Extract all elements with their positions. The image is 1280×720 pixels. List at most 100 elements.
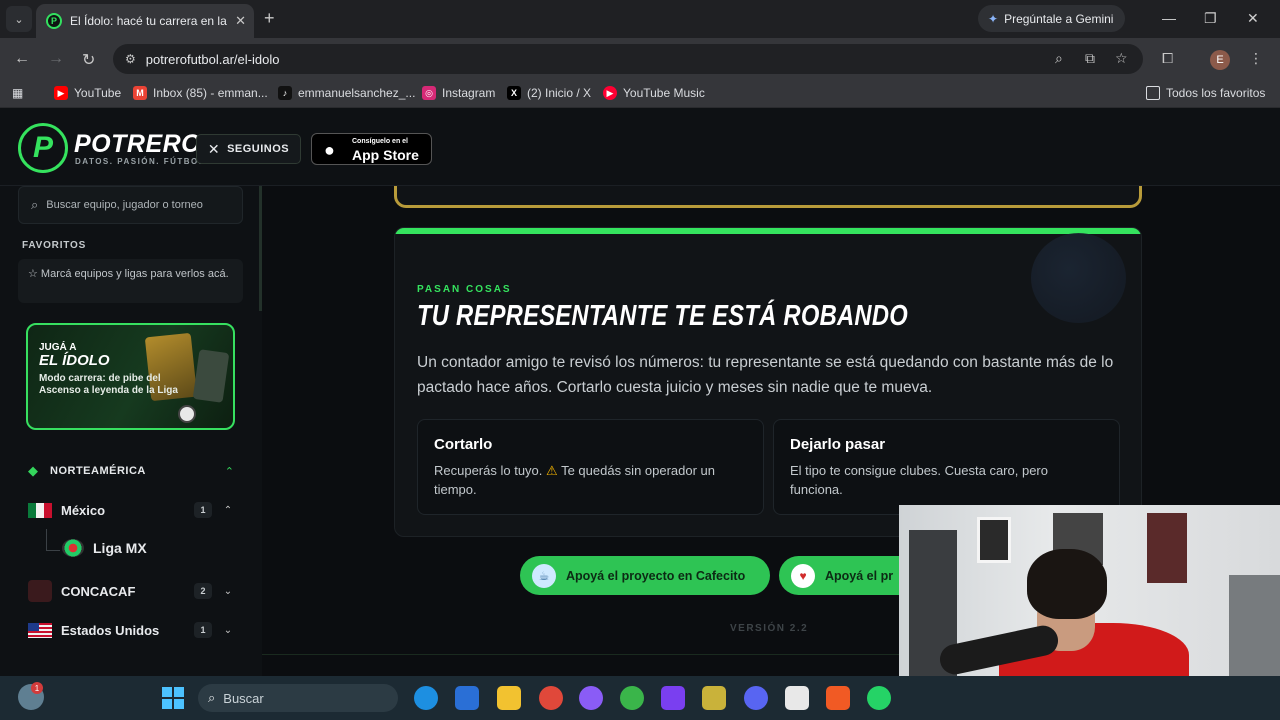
event-card: PASAN COSAS TU REPRESENTANTE TE ESTÁ ROB… <box>394 227 1142 537</box>
app-store-button[interactable]: ● Consíguelo en el App Store <box>311 133 432 165</box>
chrome-profile-icon[interactable] <box>620 686 644 710</box>
cam-person-hair <box>1027 549 1107 619</box>
back-icon[interactable]: ← <box>14 50 30 68</box>
bookmark-label: Inbox (85) - emman... <box>153 86 268 100</box>
x-logo-icon: ✕ <box>207 140 221 157</box>
app-icon[interactable] <box>579 686 603 710</box>
soccer-ball-icon <box>178 405 196 423</box>
site-info-icon[interactable]: ⚙ <box>125 52 136 66</box>
option-desc: El tipo te consigue clubes. Cuesta caro,… <box>790 463 1048 497</box>
event-headline: TU REPRESENTANTE TE ESTÁ ROBANDO <box>417 300 908 332</box>
promo-title: EL ÍDOLO <box>39 352 110 369</box>
screen: ⌄ P El Ídolo: hacé tu carrera en la Liga… <box>0 0 1280 720</box>
search-input[interactable]: ⌕ Buscar equipo, jugador o torneo <box>18 186 243 224</box>
bookmark-gmail[interactable]: M Inbox (85) - emman... <box>133 86 268 100</box>
bookmark-youtube[interactable]: ▶ YouTube <box>54 86 121 100</box>
window-close-icon[interactable]: ✕ <box>1247 10 1259 27</box>
cam-monitor <box>1229 575 1280 676</box>
option-cortarlo[interactable]: Cortarlo Recuperás lo tuyo. ⚠ Te quedás … <box>417 419 764 515</box>
country-mexico[interactable]: México 1 ⌃ <box>28 499 234 521</box>
league-name: Liga MX <box>93 540 147 556</box>
el-idolo-promo[interactable]: JUGÁ A EL ÍDOLO Modo carrera: de pibe de… <box>26 323 235 430</box>
option-dejarlo-pasar[interactable]: Dejarlo pasar El tipo te consigue clubes… <box>773 419 1120 515</box>
chrome-icon[interactable] <box>539 686 563 710</box>
bookmark-label: YouTube Music <box>623 86 705 100</box>
card-accent-bar <box>395 228 1141 234</box>
site-header: P POTRERO DATOS. PASIÓN. FÚTBOL. ✕ SEGUI… <box>0 108 1280 186</box>
star-icon: ☆ <box>28 268 41 280</box>
apps-grid-icon[interactable]: ▦ <box>12 86 23 100</box>
new-tab-icon[interactable]: + <box>264 8 275 29</box>
option-desc-a: Recuperás lo tuyo. <box>434 463 543 478</box>
bookmark-label: YouTube <box>74 86 122 100</box>
whatsapp-icon[interactable] <box>867 686 891 710</box>
version-label: VERSIÓN 2.2 <box>730 623 809 634</box>
discord-icon[interactable] <box>744 686 768 710</box>
zoom-icon[interactable]: ⌕ <box>1055 50 1063 67</box>
search-icon: ⌕ <box>208 690 216 705</box>
gemini-button[interactable]: ✦ Pregúntale a Gemini <box>978 5 1126 32</box>
forward-icon[interactable]: → <box>48 50 64 68</box>
country-concacaf[interactable]: CONCACAF 2 ⌄ <box>28 580 234 602</box>
bookmark-instagram[interactable]: ◎ Instagram <box>422 86 495 100</box>
search-icon: ⌕ <box>31 197 39 212</box>
region-norteamerica[interactable]: ◆ NORTEAMÉRICA ⌃ <box>28 462 234 480</box>
country-estados-unidos[interactable]: Estados Unidos 1 ⌄ <box>28 619 234 641</box>
bookmark-tiktok[interactable]: ♪ emmanuelsanchez_... <box>278 86 415 100</box>
card-image <box>192 349 230 403</box>
follow-x-button[interactable]: ✕ SEGUINOS <box>196 134 301 164</box>
file-explorer-icon[interactable] <box>497 686 521 710</box>
count-badge: 1 <box>194 502 212 518</box>
address-bar[interactable]: ⚙ potrerofutbol.ar/el-idolo <box>113 44 1143 74</box>
all-bookmarks[interactable]: Todos los favoritos <box>1146 86 1265 100</box>
cafecito-icon: ☕ <box>532 563 556 588</box>
extensions-icon[interactable]: ⧠ <box>1162 50 1173 67</box>
follow-label: SEGUINOS <box>227 143 290 155</box>
potrero-logo-icon[interactable]: P <box>18 123 68 173</box>
country-name: Estados Unidos <box>61 622 160 638</box>
restore-icon[interactable]: ❐ <box>1204 10 1217 27</box>
snipping-tool-icon[interactable] <box>785 686 809 710</box>
instagram-icon: ◎ <box>422 86 436 100</box>
count-badge: 2 <box>194 583 212 599</box>
brave-icon[interactable] <box>826 686 850 710</box>
folder-icon <box>1146 86 1160 100</box>
reload-icon[interactable]: ↻ <box>82 50 95 70</box>
active-tab[interactable]: P El Ídolo: hacé tu carrera en la Liga ✕ <box>36 4 254 38</box>
edge-icon[interactable] <box>414 686 438 710</box>
appstore-small-text: Consíguelo en el <box>352 138 409 145</box>
country-name: México <box>61 502 106 518</box>
all-bookmarks-label: Todos los favoritos <box>1166 86 1266 100</box>
option-desc: Recuperás lo tuyo. ⚠ Te quedás sin opera… <box>434 461 747 499</box>
tab-title: El Ídolo: hacé tu carrera en la Liga <box>70 14 229 28</box>
app-icon[interactable] <box>702 686 726 710</box>
taskbar-search[interactable]: ⌕ Buscar <box>198 684 398 712</box>
liga-mx-icon <box>62 539 84 557</box>
browser-toolbar: ← → ↻ ⚙ potrerofutbol.ar/el-idolo ⌕ ⧉ ☆ … <box>0 38 1280 80</box>
tab-search-button[interactable]: ⌄ <box>6 6 32 32</box>
windows-start-icon[interactable] <box>162 687 184 709</box>
cam-frame <box>977 517 1011 563</box>
previous-card <box>394 186 1142 208</box>
support-second-label: Apoyá el pr <box>825 568 894 583</box>
bookmark-x[interactable]: X (2) Inicio / X <box>507 86 591 100</box>
x-icon: X <box>507 86 521 100</box>
store-icon[interactable] <box>455 686 479 710</box>
menu-dots-icon[interactable]: ⋮ <box>1249 50 1263 67</box>
profile-avatar[interactable]: E <box>1210 50 1230 70</box>
bookmark-label: (2) Inicio / X <box>527 86 592 100</box>
gemini-label: Pregúntale a Gemini <box>1004 11 1114 26</box>
chevron-down-icon: ⌄ <box>223 624 233 636</box>
youtube-icon: ▶ <box>54 86 68 100</box>
pixel-app-icon[interactable] <box>661 686 685 710</box>
bookmark-label: emmanuelsanchez_... <box>298 86 416 100</box>
bookmark-youtube-music[interactable]: ▶ YouTube Music <box>603 86 705 100</box>
close-icon[interactable]: ✕ <box>235 13 246 29</box>
star-icon[interactable]: ☆ <box>1115 50 1128 67</box>
minimize-icon[interactable]: — <box>1162 10 1176 26</box>
logo-tagline: DATOS. PASIÓN. FÚTBOL. <box>75 157 209 166</box>
cafecito-button[interactable]: ☕ Apoyá el proyecto en Cafecito <box>520 556 770 595</box>
league-liga-mx[interactable]: Liga MX <box>62 539 147 557</box>
logo-name[interactable]: POTRERO <box>74 130 201 159</box>
install-app-icon[interactable]: ⧉ <box>1085 50 1095 67</box>
